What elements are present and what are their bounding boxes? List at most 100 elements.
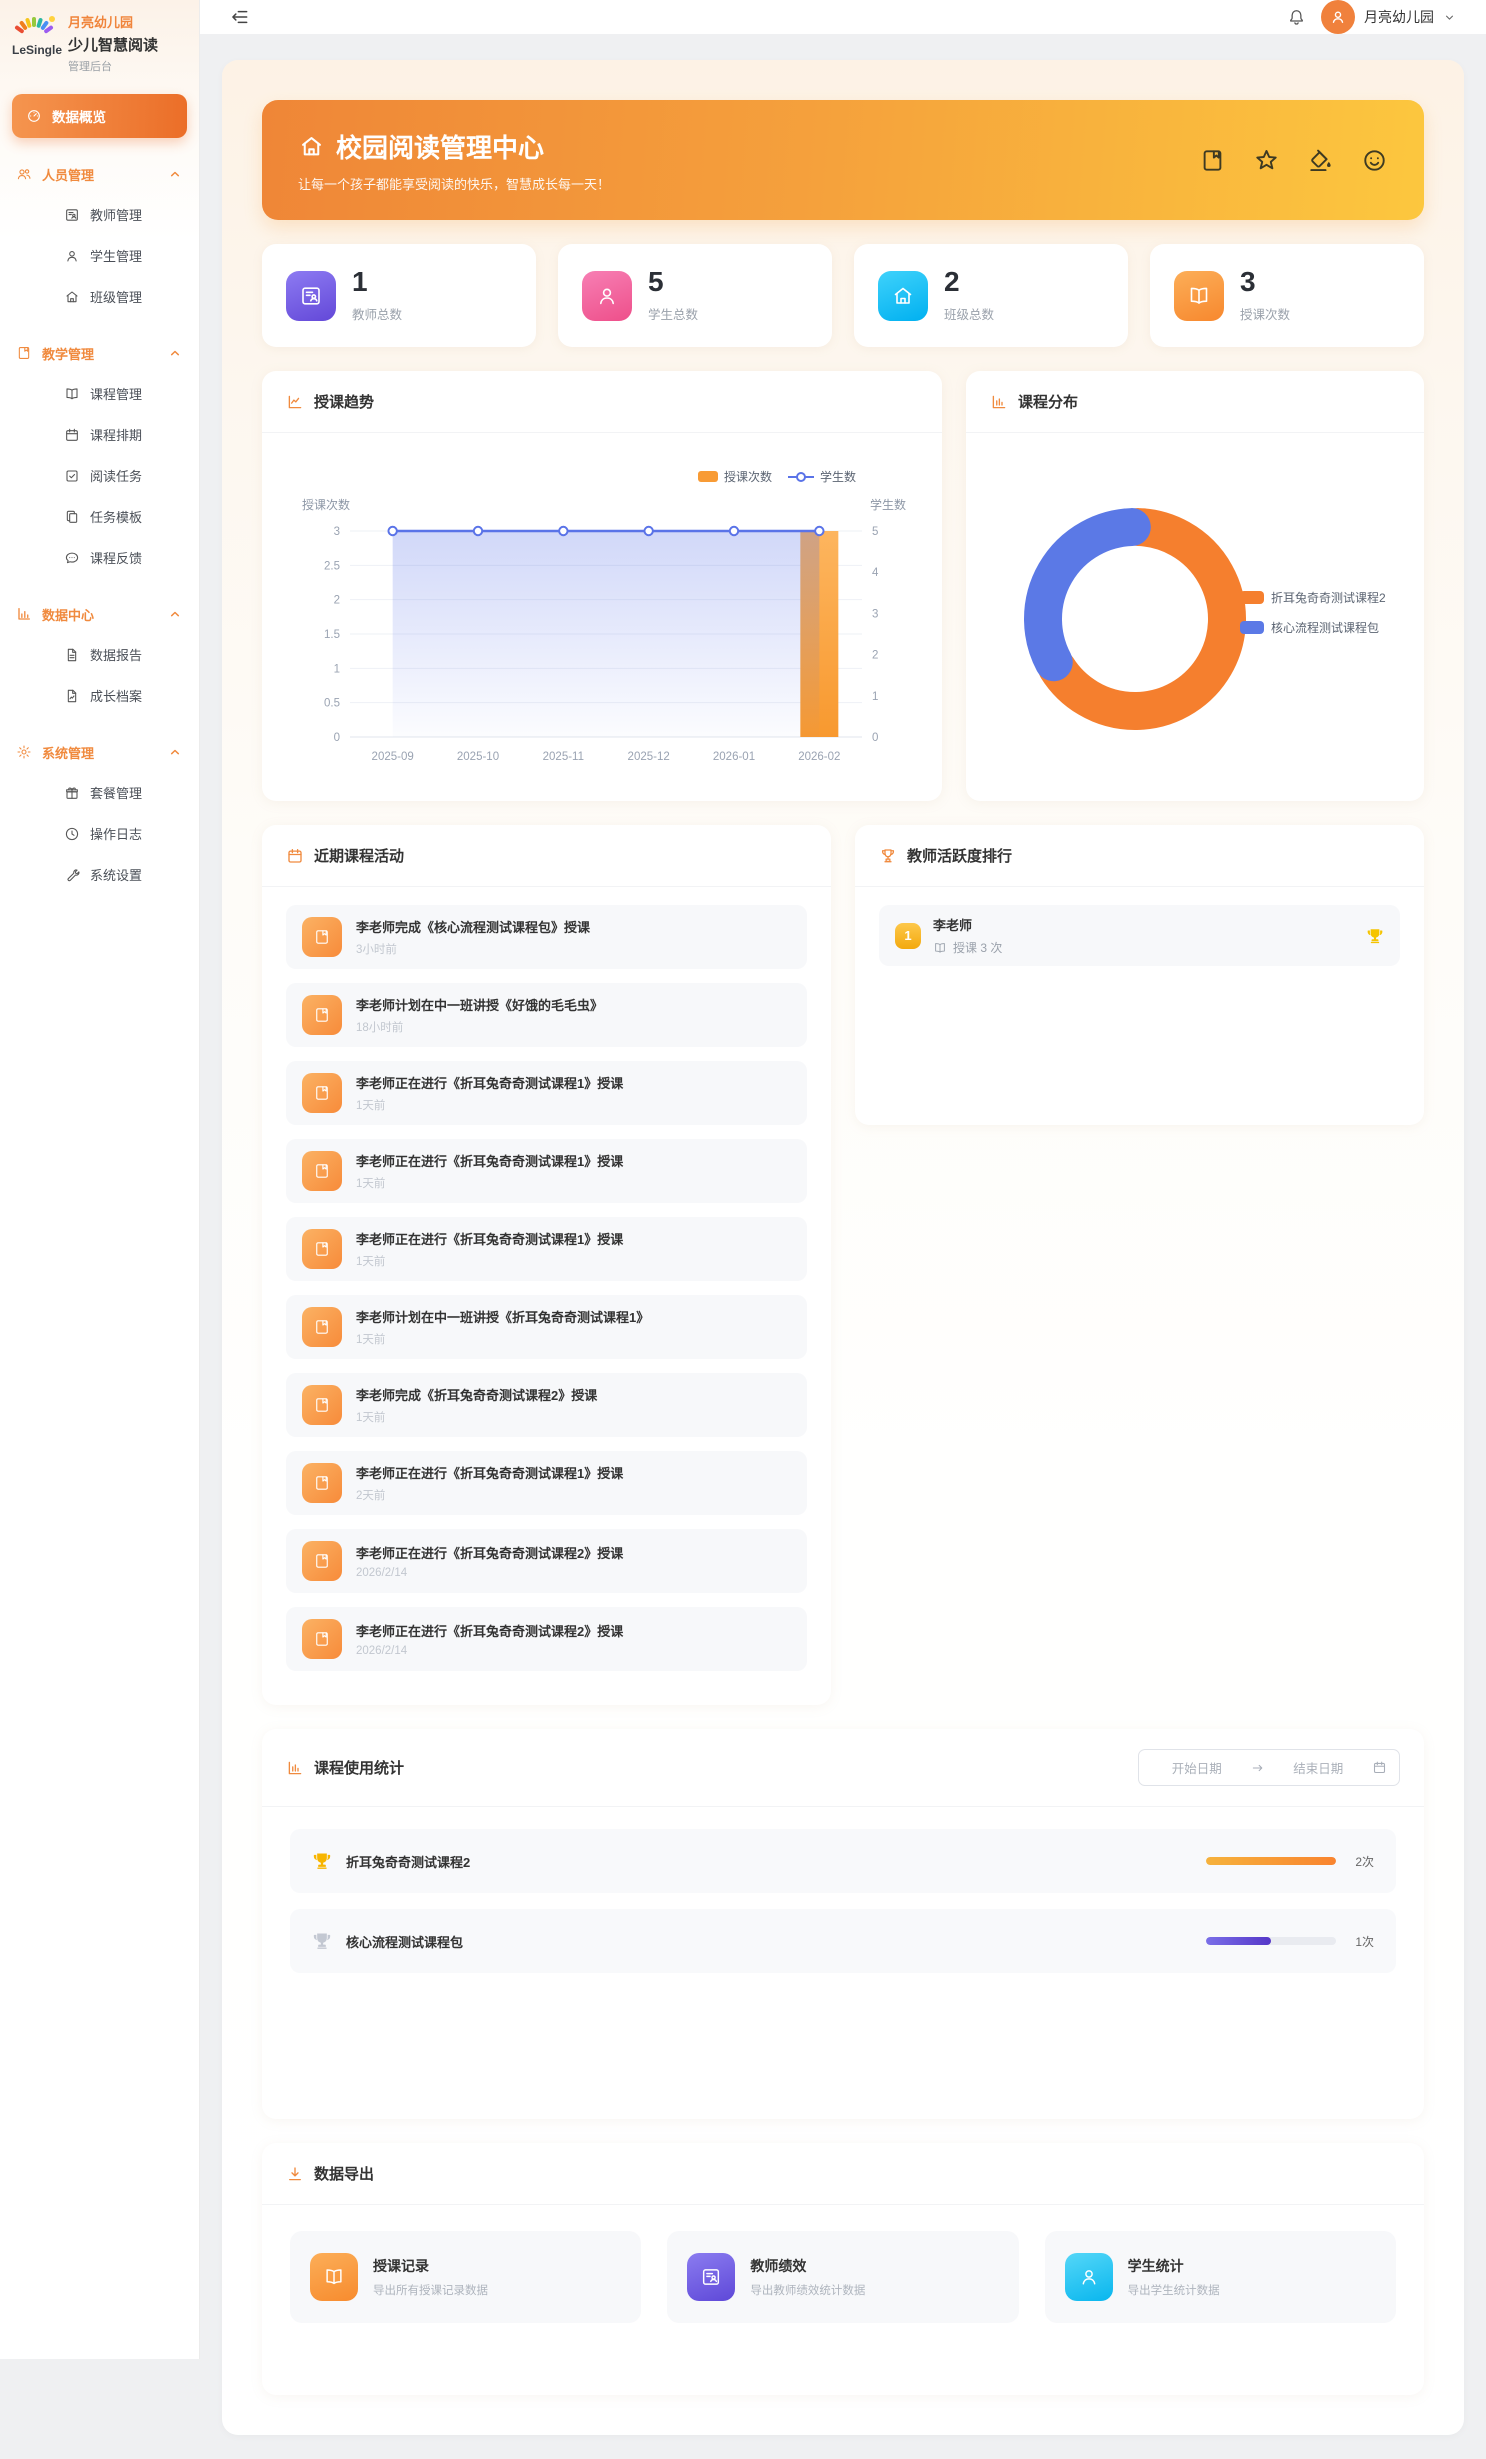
panel-title: 课程使用统计: [314, 1757, 404, 1778]
usage-bar: [1206, 1937, 1336, 1945]
sidebar-section-header[interactable]: 系统管理: [12, 732, 187, 772]
notebook-icon: [16, 345, 32, 361]
activity-item[interactable]: 李老师正在进行《折耳兔奇奇测试课程1》授课 2天前: [286, 1451, 807, 1515]
svg-text:0: 0: [334, 732, 340, 744]
teacher-card-icon: [64, 207, 80, 223]
svg-text:5: 5: [872, 526, 878, 538]
sidebar-item[interactable]: 课程排期: [12, 414, 187, 455]
activity-item[interactable]: 李老师正在进行《折耳兔奇奇测试课程2》授课 2026/2/14: [286, 1607, 807, 1671]
activity-text: 李老师正在进行《折耳兔奇奇测试课程1》授课: [356, 1463, 623, 1482]
smile-icon: [1361, 147, 1388, 174]
activity-text: 李老师正在进行《折耳兔奇奇测试课程2》授课: [356, 1621, 623, 1640]
activity-item[interactable]: 李老师正在进行《折耳兔奇奇测试课程1》授课 1天前: [286, 1217, 807, 1281]
stat-value: 1: [352, 268, 402, 296]
svg-text:学生数: 学生数: [820, 469, 856, 484]
sidebar-sections: 人员管理 教师管理 学生管理 班级管理 教学管理 课程管理 课程排期: [12, 154, 187, 895]
arrow-right-icon: [1251, 1761, 1265, 1775]
svg-text:3: 3: [334, 526, 340, 538]
end-date-input[interactable]: 结束日期: [1273, 1758, 1365, 1777]
stats-row: 1 教师总数 5 学生总数 2 班级总数 3 授课次数: [262, 244, 1424, 347]
export-card[interactable]: 授课记录 导出所有授课记录数据: [290, 2231, 641, 2323]
sidebar-item-label: 系统设置: [90, 865, 142, 884]
teaching-trend-panel: 授课趋势 00.511.522.530123452025-092025-1020…: [262, 371, 942, 801]
sidebar-item-label: 课程反馈: [90, 548, 142, 567]
sidebar-section-label: 系统管理: [42, 743, 94, 762]
activity-time: 1天前: [356, 1331, 649, 1347]
sidebar-section: 数据中心 数据报告 成长档案: [12, 594, 187, 716]
rank-badge: 1: [895, 923, 921, 949]
brand-org-name: 月亮幼儿园: [68, 12, 158, 31]
paint-pour-icon: [1307, 147, 1334, 174]
bar-chart-icon: [990, 393, 1008, 411]
brand-area: LeSingle 月亮幼儿园 少儿智慧阅读 管理后台: [0, 0, 199, 82]
ranking-row[interactable]: 1 李老师 授课 3 次: [879, 905, 1400, 966]
svg-text:1: 1: [334, 663, 340, 675]
sidebar-section-header[interactable]: 数据中心: [12, 594, 187, 634]
sidebar-section-header[interactable]: 教学管理: [12, 333, 187, 373]
legend-item[interactable]: 折耳兔奇奇测试课程2: [1240, 590, 1386, 605]
sidebar-section: 教学管理 课程管理 课程排期 阅读任务 任务模板 课程反馈: [12, 333, 187, 578]
document-icon: [64, 647, 80, 663]
sidebar-section-header[interactable]: 人员管理: [12, 154, 187, 194]
activity-text: 李老师完成《折耳兔奇奇测试课程2》授课: [356, 1385, 597, 1404]
course-name: 折耳兔奇奇测试课程2: [346, 1852, 470, 1871]
svg-text:2026-02: 2026-02: [798, 751, 840, 763]
svg-text:授课次数: 授课次数: [724, 469, 772, 484]
notification-bell-icon[interactable]: [1287, 8, 1306, 27]
page-icon: [302, 1151, 342, 1191]
page-icon: [302, 917, 342, 957]
activity-item[interactable]: 李老师计划在中一班讲授《好饿的毛毛虫》 18小时前: [286, 983, 807, 1047]
legend-item-bar[interactable]: 授课次数: [698, 469, 772, 484]
sidebar-item[interactable]: 学生管理: [12, 235, 187, 276]
activity-time: 3小时前: [356, 941, 590, 957]
user-menu[interactable]: 月亮幼儿园: [1321, 0, 1456, 34]
main-area: 月亮幼儿园 校园阅读管理中心 让每一个孩子都能享受阅读的快乐，智慧成长每一天！: [200, 0, 1486, 2359]
export-title: 教师绩效: [750, 2256, 865, 2276]
stat-value: 2: [944, 268, 994, 296]
export-cards: 授课记录 导出所有授课记录数据 教师绩效 导出教师绩效统计数据 学生统计 导出学…: [262, 2205, 1424, 2395]
chevron-up-icon: [167, 166, 183, 182]
journal-icon: [1199, 147, 1226, 174]
activity-time: 18小时前: [356, 1019, 603, 1035]
sidebar-item[interactable]: 数据报告: [12, 634, 187, 675]
trend-chart-icon: [286, 393, 304, 411]
sidebar-item[interactable]: 课程反馈: [12, 537, 187, 578]
activity-item[interactable]: 李老师完成《折耳兔奇奇测试课程2》授课 1天前: [286, 1373, 807, 1437]
calendar-icon: [286, 847, 304, 865]
activity-item[interactable]: 李老师正在进行《折耳兔奇奇测试课程2》授课 2026/2/14: [286, 1529, 807, 1593]
brand-product-name: 少儿智慧阅读: [68, 34, 158, 55]
sidebar-item[interactable]: 套餐管理: [12, 772, 187, 813]
sidebar-item-overview[interactable]: 数据概览: [12, 94, 187, 138]
sidebar-item[interactable]: 阅读任务: [12, 455, 187, 496]
svg-text:学生数: 学生数: [870, 497, 906, 512]
activity-item[interactable]: 李老师正在进行《折耳兔奇奇测试课程1》授课 1天前: [286, 1139, 807, 1203]
person-icon: [64, 248, 80, 264]
sidebar-item[interactable]: 操作日志: [12, 813, 187, 854]
teacher-card-icon: [687, 2253, 735, 2301]
activity-item[interactable]: 李老师计划在中一班讲授《折耳兔奇奇测试课程1》 1天前: [286, 1295, 807, 1359]
sidebar-item[interactable]: 班级管理: [12, 276, 187, 317]
start-date-input[interactable]: 开始日期: [1151, 1758, 1243, 1777]
activity-time: 2026/2/14: [356, 1645, 623, 1657]
sidebar-item[interactable]: 任务模板: [12, 496, 187, 537]
legend-item-line[interactable]: 学生数: [788, 469, 856, 484]
date-range-picker[interactable]: 开始日期 结束日期: [1138, 1749, 1400, 1786]
sidebar-item[interactable]: 系统设置: [12, 854, 187, 895]
legend-item[interactable]: 核心流程测试课程包: [1240, 620, 1379, 635]
svg-text:2026-01: 2026-01: [713, 751, 755, 763]
export-desc: 导出学生统计数据: [1128, 2282, 1220, 2298]
collapse-sidebar-icon[interactable]: [230, 7, 250, 27]
activity-item[interactable]: 李老师正在进行《折耳兔奇奇测试课程1》授课 1天前: [286, 1061, 807, 1125]
activity-item[interactable]: 李老师完成《核心流程测试课程包》授课 3小时前: [286, 905, 807, 969]
logo-arc-icon: [12, 12, 56, 42]
pie-segment[interactable]: [1043, 527, 1132, 662]
sidebar-item[interactable]: 课程管理: [12, 373, 187, 414]
pie-chart-body: 折耳兔奇奇测试课程2 核心流程测试课程包: [966, 433, 1424, 801]
svg-text:折耳兔奇奇测试课程2: 折耳兔奇奇测试课程2: [1271, 590, 1386, 605]
sidebar-item[interactable]: 成长档案: [12, 675, 187, 716]
open-book-icon: [64, 386, 80, 402]
sidebar-item[interactable]: 教师管理: [12, 194, 187, 235]
export-card[interactable]: 教师绩效 导出教师绩效统计数据: [667, 2231, 1018, 2323]
export-card[interactable]: 学生统计 导出学生统计数据: [1045, 2231, 1396, 2323]
svg-text:授课次数: 授课次数: [302, 497, 350, 512]
